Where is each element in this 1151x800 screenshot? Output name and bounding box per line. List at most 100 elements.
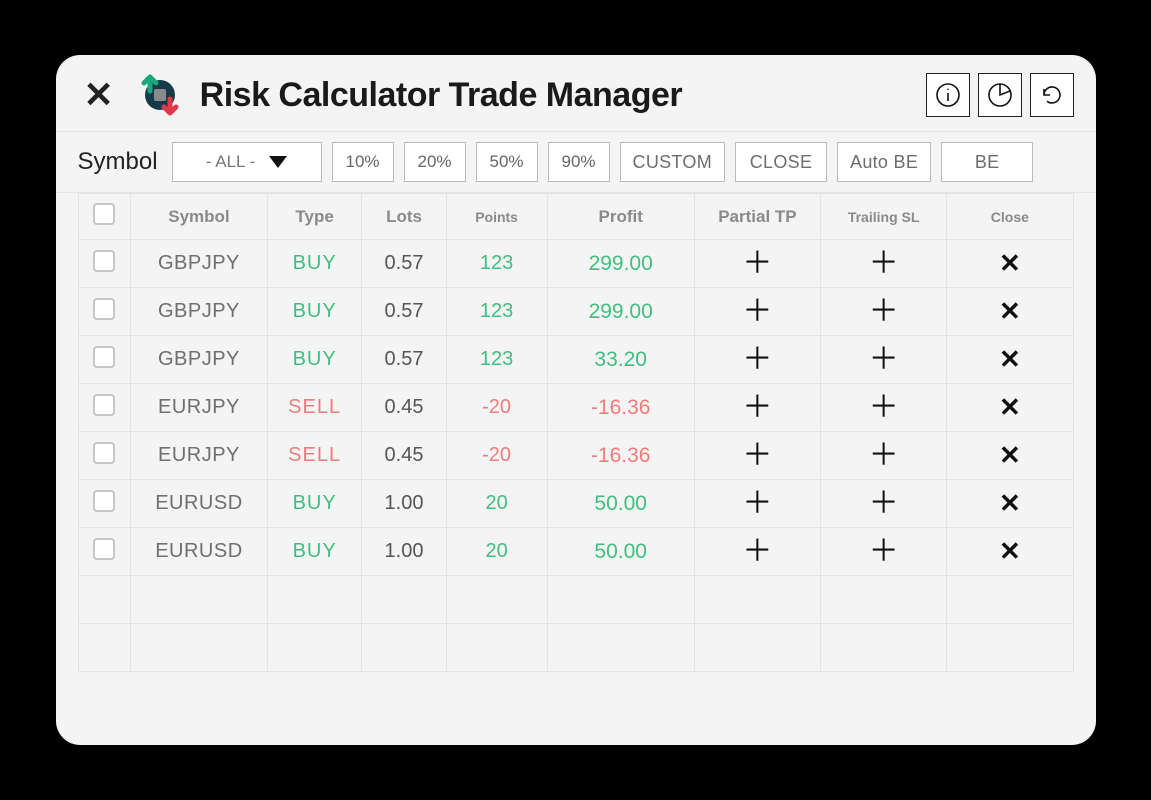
title-icon-group: [926, 73, 1074, 117]
row-checkbox[interactable]: [93, 538, 115, 560]
trailing-sl-add-button[interactable]: ＋: [869, 441, 899, 471]
col-header: Close: [947, 194, 1073, 240]
close-position-button[interactable]: ✕: [999, 490, 1021, 516]
cell-lots: 0.45: [362, 432, 446, 480]
table-row: GBPJPYBUY0.57123299.00＋＋✕: [78, 240, 1073, 288]
cell-type: SELL: [267, 384, 362, 432]
partial-tp-add-button[interactable]: ＋: [742, 393, 772, 423]
cell-type: BUY: [267, 240, 362, 288]
cell-symbol: GBPJPY: [131, 240, 268, 288]
trailing-sl-add-button[interactable]: ＋: [869, 297, 899, 327]
cell-symbol: EURJPY: [131, 432, 268, 480]
refresh-button[interactable]: [1030, 73, 1074, 117]
partial-tp-add-button[interactable]: ＋: [742, 441, 772, 471]
close-position-button[interactable]: ✕: [999, 250, 1021, 276]
trade-logo-icon: [134, 69, 186, 121]
col-header: Partial TP: [694, 194, 820, 240]
row-checkbox[interactable]: [93, 394, 115, 416]
table-row: EURUSDBUY1.002050.00＋＋✕: [78, 480, 1073, 528]
col-header: Points: [446, 194, 547, 240]
col-header: Profit: [547, 194, 694, 240]
cell-symbol: EURUSD: [131, 480, 268, 528]
info-icon: [935, 82, 961, 108]
symbol-filter-dropdown[interactable]: - ALL -: [172, 142, 322, 182]
trade-manager-panel: ✕ Risk Calculator Trade Manager Symbol: [56, 55, 1096, 745]
positions-table: SymbolTypeLotsPointsProfitPartial TPTrai…: [78, 193, 1074, 672]
cell-lots: 0.57: [362, 240, 446, 288]
close-position-button[interactable]: ✕: [999, 538, 1021, 564]
close-position-button[interactable]: ✕: [999, 298, 1021, 324]
cell-profit: 50.00: [547, 528, 694, 576]
partial-tp-add-button[interactable]: ＋: [742, 345, 772, 375]
cell-profit: -16.36: [547, 432, 694, 480]
select-all-checkbox[interactable]: [93, 203, 115, 225]
close-icon[interactable]: ✕: [78, 77, 120, 113]
col-header: Type: [267, 194, 362, 240]
cell-symbol: GBPJPY: [131, 336, 268, 384]
table-row: GBPJPYBUY0.57123299.00＋＋✕: [78, 288, 1073, 336]
cell-lots: 1.00: [362, 528, 446, 576]
percent-button-90[interactable]: 90%: [548, 142, 610, 182]
cell-lots: 1.00: [362, 480, 446, 528]
cell-type: BUY: [267, 528, 362, 576]
row-checkbox[interactable]: [93, 346, 115, 368]
cell-profit: 299.00: [547, 288, 694, 336]
trailing-sl-add-button[interactable]: ＋: [869, 393, 899, 423]
cell-lots: 0.57: [362, 288, 446, 336]
cell-symbol: EURUSD: [131, 528, 268, 576]
cell-lots: 0.57: [362, 336, 446, 384]
stats-button[interactable]: [978, 73, 1022, 117]
col-header: [78, 194, 131, 240]
row-checkbox[interactable]: [93, 298, 115, 320]
trailing-sl-add-button[interactable]: ＋: [869, 249, 899, 279]
cell-lots: 0.45: [362, 384, 446, 432]
cell-points: 123: [446, 288, 547, 336]
cell-profit: 50.00: [547, 480, 694, 528]
close-button[interactable]: CLOSE: [735, 142, 827, 182]
cell-profit: 33.20: [547, 336, 694, 384]
partial-tp-add-button[interactable]: ＋: [742, 297, 772, 327]
close-position-button[interactable]: ✕: [999, 442, 1021, 468]
cell-points: -20: [446, 384, 547, 432]
close-position-button[interactable]: ✕: [999, 394, 1021, 420]
percent-button-10[interactable]: 10%: [332, 142, 394, 182]
cell-type: SELL: [267, 432, 362, 480]
table-row-empty: [78, 624, 1073, 672]
table-row: EURJPYSELL0.45-20-16.36＋＋✕: [78, 384, 1073, 432]
close-position-button[interactable]: ✕: [999, 346, 1021, 372]
table-header-row: SymbolTypeLotsPointsProfitPartial TPTrai…: [78, 194, 1073, 240]
percent-button-50[interactable]: 50%: [476, 142, 538, 182]
app-title: Risk Calculator Trade Manager: [200, 76, 912, 115]
cell-points: 123: [446, 240, 547, 288]
trailing-sl-add-button[interactable]: ＋: [869, 345, 899, 375]
cell-points: 20: [446, 528, 547, 576]
cell-points: 123: [446, 336, 547, 384]
trailing-sl-add-button[interactable]: ＋: [869, 489, 899, 519]
info-button[interactable]: [926, 73, 970, 117]
symbol-label: Symbol: [78, 148, 158, 176]
cell-profit: -16.36: [547, 384, 694, 432]
row-checkbox[interactable]: [93, 250, 115, 272]
auto-be-button[interactable]: Auto BE: [837, 142, 931, 182]
partial-tp-add-button[interactable]: ＋: [742, 537, 772, 567]
col-header: Symbol: [131, 194, 268, 240]
custom-button[interactable]: CUSTOM: [620, 142, 725, 182]
table-row: EURJPYSELL0.45-20-16.36 ＋ ＋ ✕: [78, 432, 1073, 480]
pie-chart-icon: [987, 82, 1013, 108]
refresh-icon: [1039, 82, 1065, 108]
cell-type: BUY: [267, 336, 362, 384]
trailing-sl-add-button[interactable]: ＋: [869, 537, 899, 567]
cell-points: 20: [446, 480, 547, 528]
row-checkbox[interactable]: [93, 442, 115, 464]
partial-tp-add-button[interactable]: ＋: [742, 489, 772, 519]
cell-type: BUY: [267, 288, 362, 336]
partial-tp-add-button[interactable]: ＋: [742, 249, 772, 279]
be-button[interactable]: BE: [941, 142, 1033, 182]
col-header: Trailing SL: [821, 194, 947, 240]
positions-grid: SymbolTypeLotsPointsProfitPartial TPTrai…: [56, 193, 1096, 745]
col-header: Lots: [362, 194, 446, 240]
filter-toolbar: Symbol - ALL - 10%20%50%90% CUSTOMCLOSEA…: [56, 132, 1096, 193]
row-checkbox[interactable]: [93, 490, 115, 512]
percent-button-20[interactable]: 20%: [404, 142, 466, 182]
cell-points: -20: [446, 432, 547, 480]
